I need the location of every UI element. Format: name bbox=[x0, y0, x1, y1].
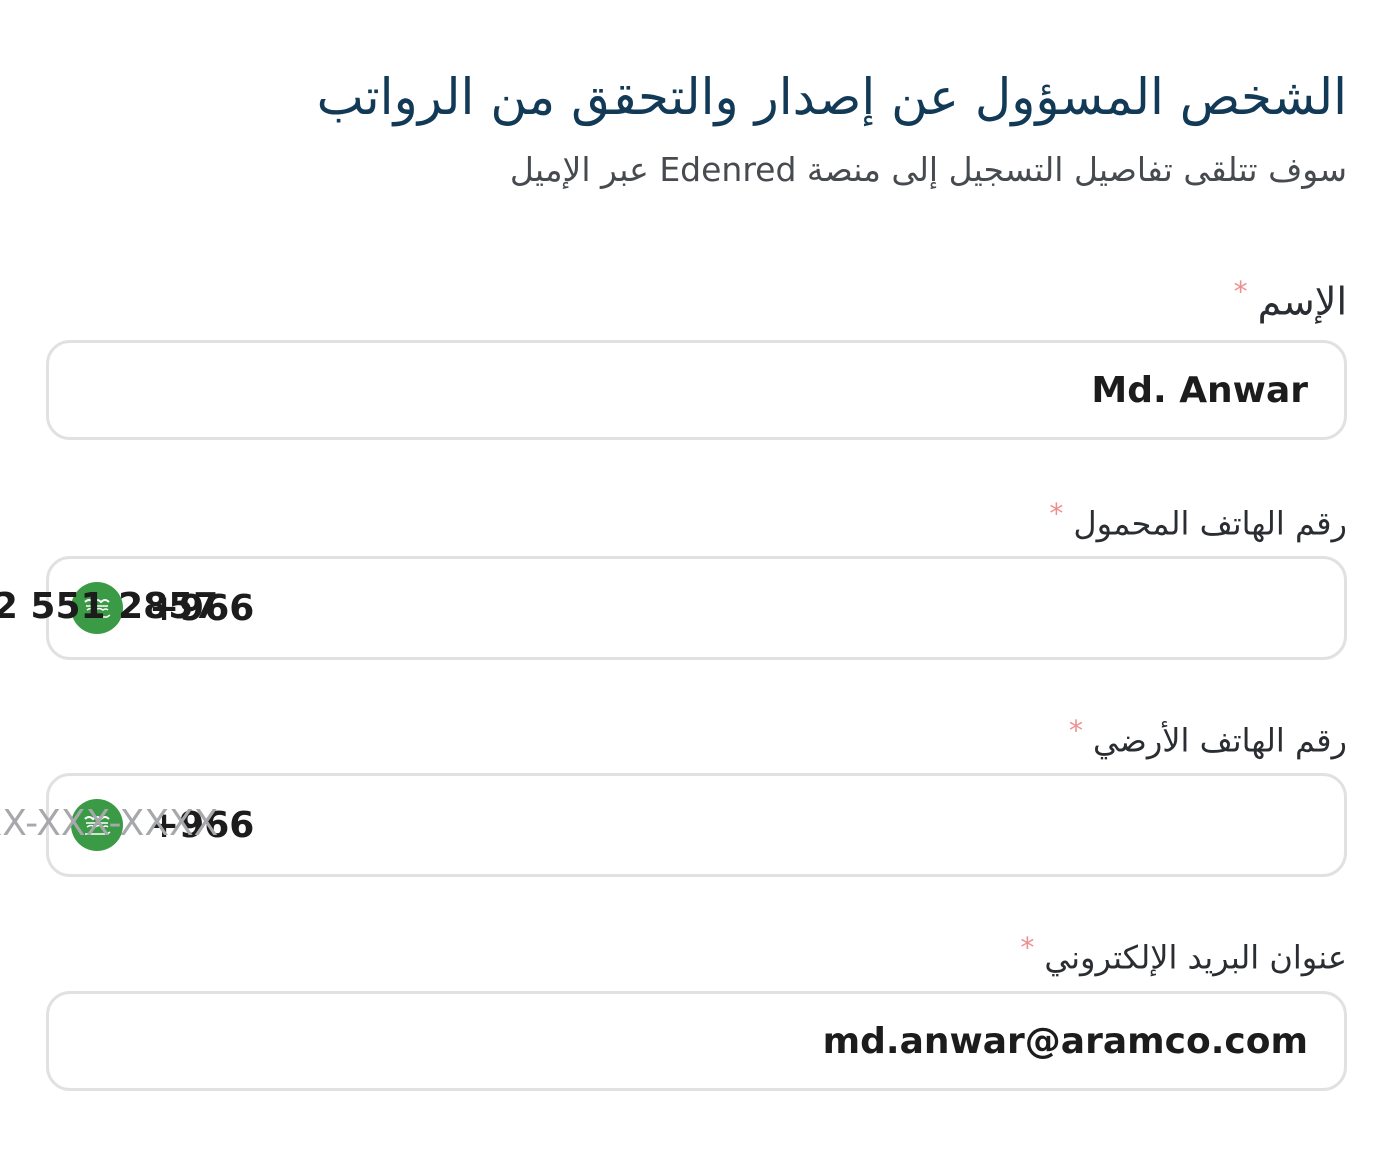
required-marker: * bbox=[1020, 931, 1035, 964]
required-marker: * bbox=[1049, 497, 1064, 530]
email-field[interactable] bbox=[46, 991, 1347, 1091]
payroll-contact-form: الشخص المسؤول عن إصدار والتحقق من الروات… bbox=[0, 0, 1347, 1150]
email-input[interactable] bbox=[108, 994, 1308, 1088]
email-label: عنوان البريد الإلكتروني * bbox=[1020, 926, 1347, 980]
form-subtitle: سوف تتلقى تفاصيل التسجيل إلى منصة Edenre… bbox=[509, 150, 1347, 189]
name-input[interactable] bbox=[108, 343, 1308, 437]
name-label-text: الإسم bbox=[1257, 279, 1347, 324]
required-marker: * bbox=[1069, 714, 1083, 747]
form-title: الشخص المسؤول عن إصدار والتحقق من الروات… bbox=[316, 68, 1347, 126]
name-field[interactable] bbox=[46, 340, 1347, 440]
landline-number-input[interactable] bbox=[0, 776, 219, 870]
landline-field[interactable]: +966 bbox=[0, 773, 1347, 877]
mobile-label: رقم الهاتف المحمول * bbox=[1049, 492, 1347, 546]
mobile-number-input[interactable] bbox=[0, 559, 219, 653]
email-label-text: عنوان البريد الإلكتروني bbox=[1044, 938, 1347, 977]
mobile-label-text: رقم الهاتف المحمول bbox=[1073, 504, 1347, 543]
required-marker: * bbox=[1233, 275, 1248, 308]
mobile-field[interactable]: +966 bbox=[0, 556, 1347, 660]
landline-phone-row: +966 bbox=[0, 776, 254, 874]
name-label: الإسم * bbox=[1234, 270, 1347, 324]
landline-label: رقم الهاتف الأرضي * bbox=[1069, 709, 1347, 763]
landline-label-text: رقم الهاتف الأرضي bbox=[1093, 721, 1347, 760]
mobile-phone-row: +966 bbox=[0, 559, 254, 657]
